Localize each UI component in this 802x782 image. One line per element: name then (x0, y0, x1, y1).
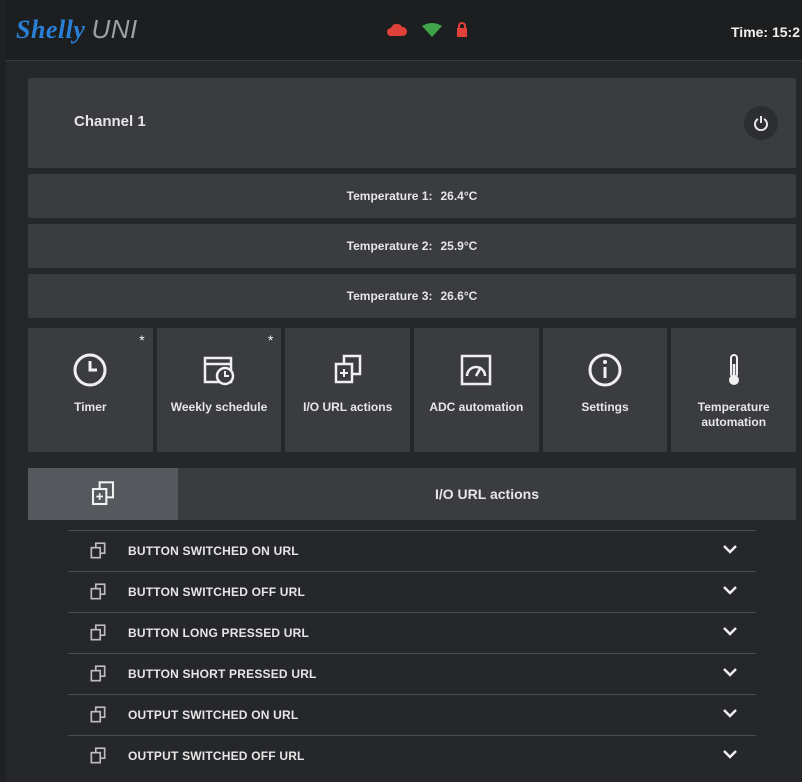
tile-weekly-schedule[interactable]: * Weekly schedule (156, 328, 282, 452)
io-url-icon (90, 706, 106, 723)
tile-adc-automation[interactable]: ADC automation (414, 328, 539, 452)
status-icons (386, 22, 468, 43)
io-url-icon (90, 542, 106, 559)
modified-star: * (139, 332, 145, 348)
chevron-down-icon[interactable] (722, 707, 738, 719)
url-action-label: OUTPUT SWITCHED ON URL (128, 708, 299, 722)
tile-label: Weekly schedule (170, 400, 268, 414)
list-item[interactable]: BUTTON SWITCHED ON URL (68, 530, 756, 571)
temperature-value: 26.4°C (440, 189, 478, 203)
app-frame: Shelly UNI Time: 15:2 Channel 1 Temperat… (6, 0, 802, 782)
io-url-actions-header: I/O URL actions (28, 468, 796, 520)
power-icon (754, 116, 768, 131)
info-icon (588, 353, 622, 387)
lock-icon (456, 22, 468, 43)
calendar-icon (203, 356, 235, 386)
tile-label: Temperature automation (697, 400, 770, 429)
io-url-icon (90, 747, 106, 764)
temperature-label: Temperature 2: (346, 239, 433, 253)
chevron-down-icon[interactable] (722, 625, 738, 637)
list-item[interactable]: BUTTON SHORT PRESSED URL (68, 653, 756, 694)
url-action-label: OUTPUT SWITCHED OFF URL (128, 749, 305, 763)
io-url-icon (90, 624, 106, 641)
thermometer-icon (728, 354, 739, 385)
clock-icon (73, 353, 107, 387)
io-url-icon (90, 583, 106, 600)
temperature-row-2: Temperature 2: 25.9°C (28, 224, 796, 268)
io-url-icon (90, 665, 106, 682)
chevron-down-icon[interactable] (722, 584, 738, 596)
temperature-label: Temperature 1: (346, 189, 433, 203)
tile-label: I/O URL actions (303, 400, 393, 414)
list-item[interactable]: OUTPUT SWITCHED OFF URL (68, 735, 756, 776)
tile-temperature-automation[interactable]: Temperature automation (671, 328, 797, 452)
tile-label: ADC automation (429, 400, 524, 414)
tile-label: Settings (581, 400, 629, 414)
tile-timer[interactable]: * Timer (28, 328, 153, 452)
modified-star: * (267, 332, 274, 348)
chevron-down-icon[interactable] (722, 543, 738, 555)
channel-title: Channel 1 (74, 113, 146, 130)
main-content: Channel 1 Temperature 1: 26.4°C Temperat… (28, 78, 797, 776)
wifi-icon (422, 23, 442, 42)
tile-settings[interactable]: Settings (542, 328, 668, 452)
io-url-icon (334, 354, 361, 384)
section-icon-tab[interactable] (28, 468, 178, 520)
time-display: Time: 15:2 (731, 24, 800, 40)
tile-label: Timer (74, 400, 107, 414)
temperature-label: Temperature 3: (346, 289, 433, 303)
top-bar: Shelly UNI Time: 15:2 (6, 0, 802, 61)
chevron-down-icon[interactable] (722, 666, 738, 678)
feature-tiles: * Timer * Weekly schedule I/O URL action… (28, 328, 797, 452)
url-action-label: BUTTON LONG PRESSED URL (128, 626, 310, 640)
model-name: UNI (91, 14, 138, 44)
logo: Shelly UNI (16, 14, 138, 45)
url-action-label: BUTTON SHORT PRESSED URL (128, 667, 317, 681)
url-action-label: BUTTON SWITCHED ON URL (128, 544, 299, 558)
brand-name: Shelly (16, 15, 86, 44)
temperature-row-1: Temperature 1: 26.4°C (28, 174, 796, 218)
channel-card: Channel 1 (28, 78, 796, 168)
temperature-value: 25.9°C (440, 239, 478, 253)
tile-io-url-actions[interactable]: I/O URL actions (285, 328, 411, 452)
section-title: I/O URL actions (435, 486, 539, 502)
temperature-value: 26.6°C (440, 289, 478, 303)
temperature-row-3: Temperature 3: 26.6°C (28, 274, 796, 318)
cloud-icon (386, 23, 408, 42)
url-actions-list: BUTTON SWITCHED ON URL BUTTON SWITCHED O… (68, 530, 756, 776)
power-button[interactable] (744, 106, 778, 140)
chevron-down-icon[interactable] (722, 748, 738, 760)
url-action-label: BUTTON SWITCHED OFF URL (128, 585, 306, 599)
list-item[interactable]: OUTPUT SWITCHED ON URL (68, 694, 756, 735)
io-url-icon (91, 481, 115, 506)
list-item[interactable]: BUTTON LONG PRESSED URL (68, 612, 756, 653)
list-item[interactable]: BUTTON SWITCHED OFF URL (68, 571, 756, 612)
adc-icon (461, 354, 492, 386)
